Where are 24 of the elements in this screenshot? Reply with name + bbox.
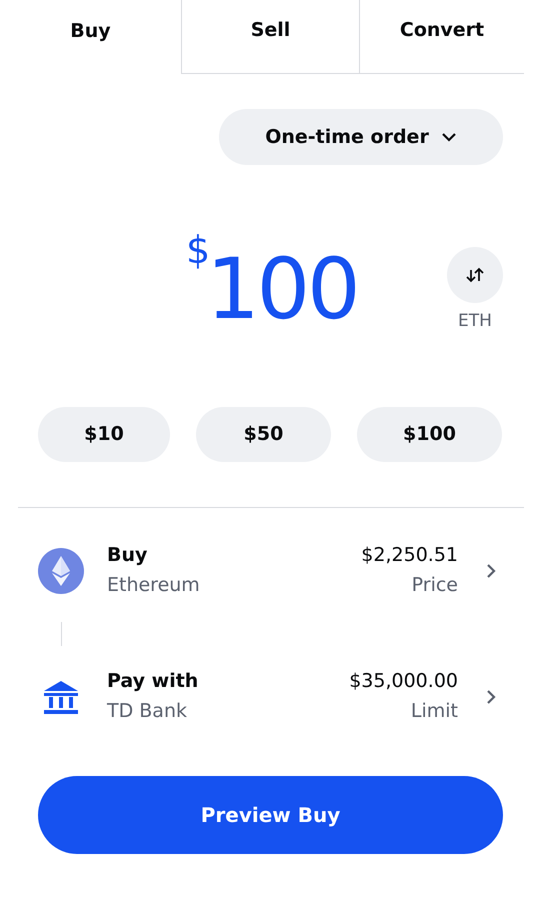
chevron-right-icon [486, 563, 496, 579]
order-type-dropdown[interactable]: One-time order [219, 109, 503, 165]
preview-buy-button[interactable]: Preview Buy [38, 776, 503, 854]
detail-row[interactable]: Buy Ethereum $2,250.51 Price [38, 536, 503, 606]
preset-amount-button[interactable]: $50 [196, 407, 331, 462]
tab[interactable]: Convert [359, 0, 524, 74]
unit-label: ETH [458, 310, 492, 333]
detail-title: Buy [107, 544, 148, 568]
ethereum-coin-icon [38, 548, 84, 594]
detail-value: $35,000.00 [349, 670, 458, 694]
detail-row[interactable]: Pay with TD Bank $35,000.00 Limit [38, 662, 503, 732]
chevron-right-icon [486, 689, 496, 705]
swap-arrows-icon [465, 266, 485, 284]
detail-subtitle: TD Bank [107, 700, 188, 724]
tab[interactable]: Sell [181, 0, 359, 74]
detail-title: Pay with [107, 670, 200, 694]
detail-value: $2,250.51 [361, 544, 458, 568]
preset-amount-button[interactable]: $100 [357, 407, 502, 462]
detail-value-label: Price [412, 574, 458, 598]
detail-subtitle: Ethereum [107, 574, 201, 598]
preset-amount-button[interactable]: $10 [38, 407, 170, 462]
chevron-down-icon [440, 132, 457, 142]
detail-value-label: Limit [410, 700, 458, 724]
bank-icon [43, 680, 79, 714]
